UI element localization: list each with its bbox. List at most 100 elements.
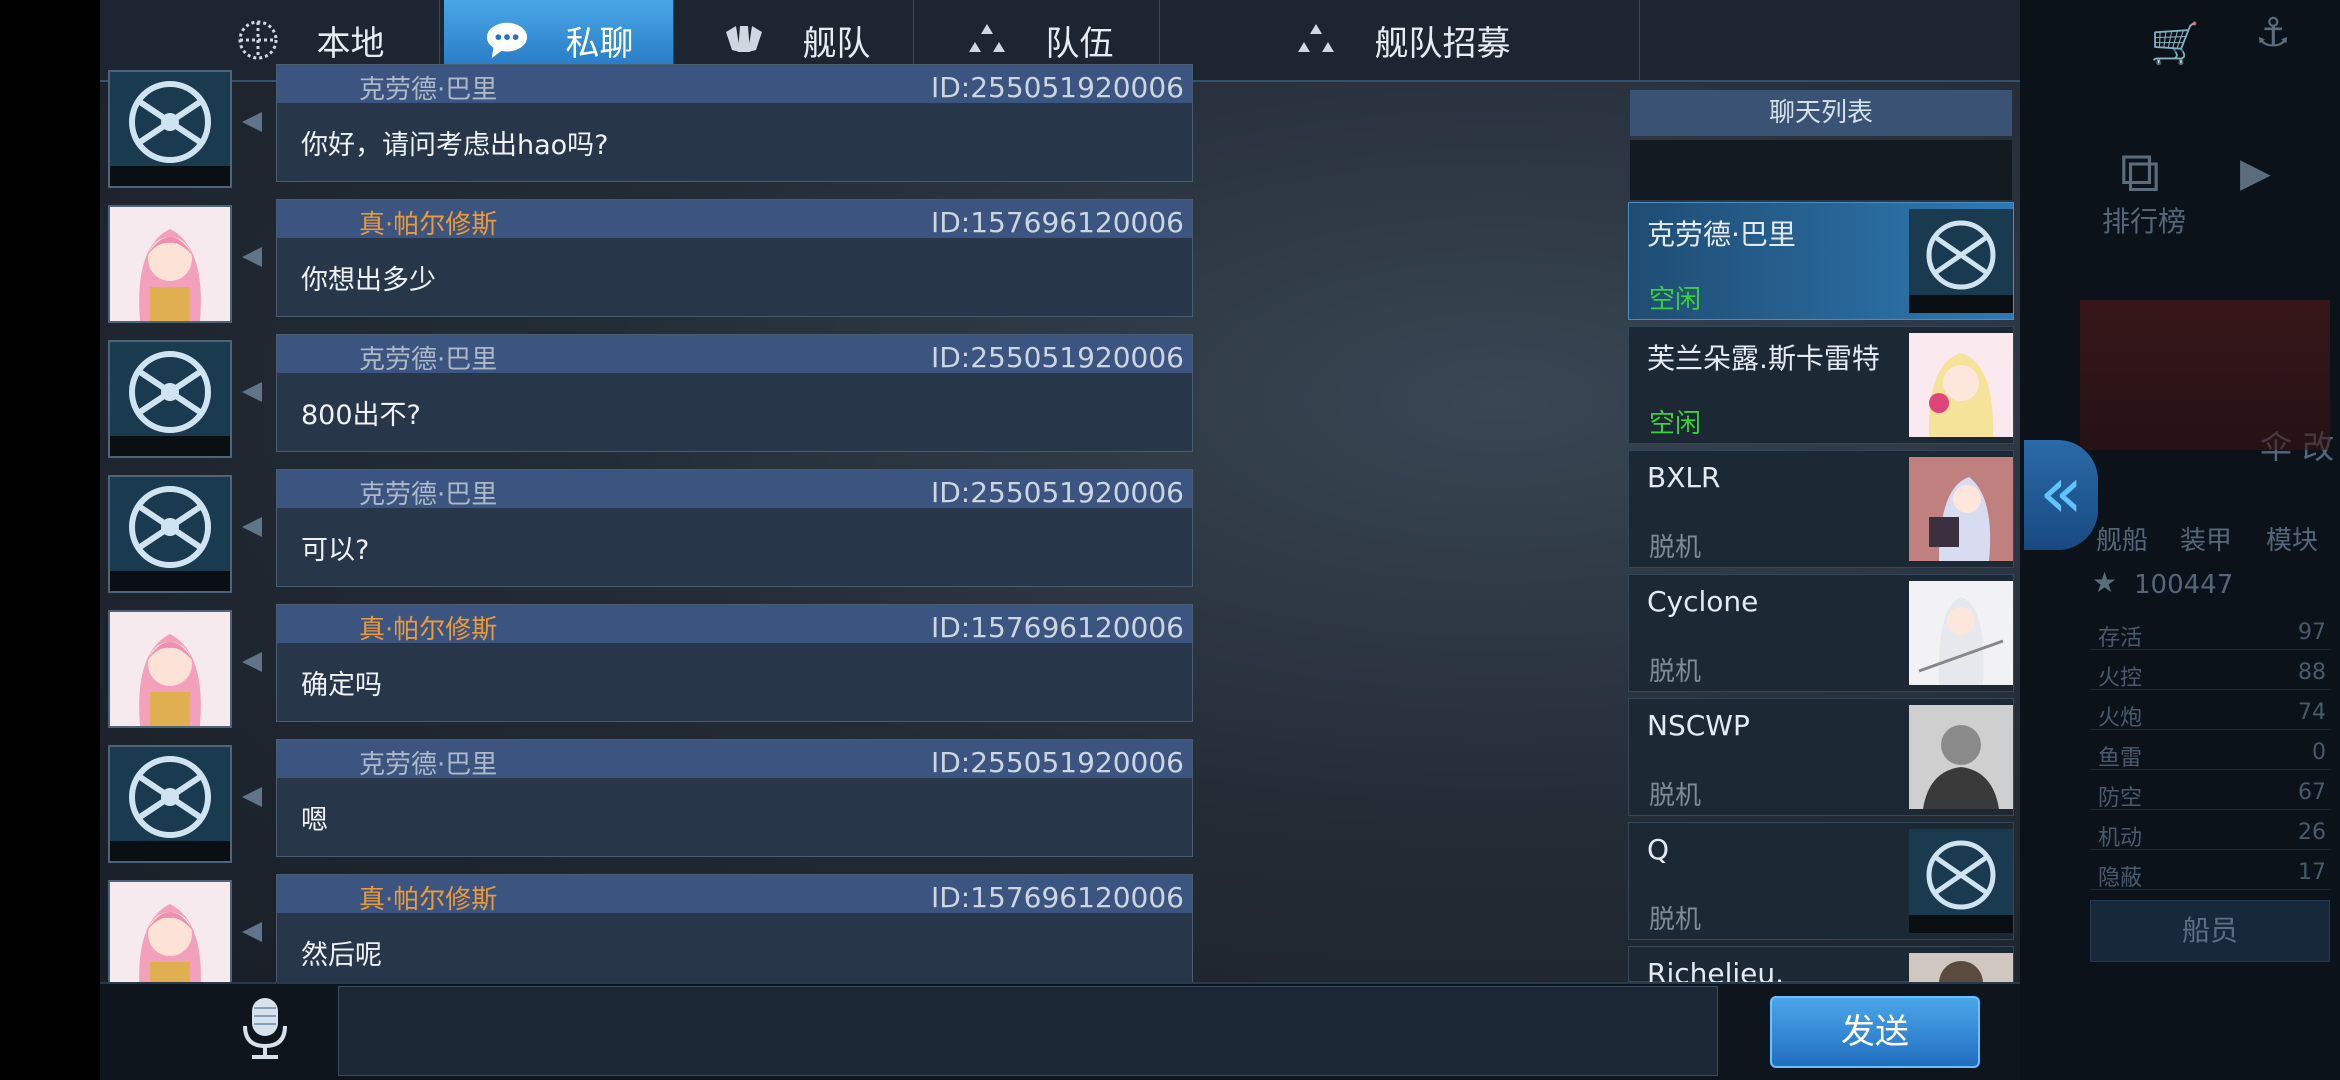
- anchor-icon: ⚓: [2255, 10, 2291, 56]
- bubble-pointer: [242, 922, 262, 942]
- chat-contact-avatar: [1909, 829, 2013, 933]
- sender-avatar[interactable]: [108, 70, 232, 188]
- sender-name: 真·帕尔修斯: [359, 885, 498, 915]
- message-text: 可以?: [301, 535, 370, 566]
- sender-name: 克劳德·巴里: [359, 750, 498, 780]
- sender-id: ID:157696120006: [930, 611, 1184, 644]
- tab-team-label: 队伍: [1045, 23, 1114, 64]
- stat-row: 存活 97: [2090, 616, 2330, 651]
- stat-value: 67: [2298, 780, 2326, 805]
- armor-tab-label: 装甲: [2180, 526, 2233, 556]
- stat-label: 存活: [2098, 626, 2143, 651]
- sender-id: ID:157696120006: [930, 881, 1184, 914]
- left-letterbox: [0, 0, 100, 1080]
- message-input[interactable]: [338, 986, 1718, 1076]
- message-bubble: 真·帕尔修斯 ID:157696120006 你想出多少: [276, 199, 1193, 317]
- chat-list-item[interactable]: 克劳德·巴里 空闲: [1628, 202, 2014, 320]
- message-bubble: 克劳德·巴里 ID:255051920006 可以?: [276, 469, 1193, 587]
- bubble-pointer: [242, 247, 262, 267]
- message-text: 确定吗: [301, 670, 382, 701]
- sender-name: 真·帕尔修斯: [359, 210, 498, 240]
- chat-contact-avatar: [1909, 705, 2013, 809]
- leaderboard-icon: ⧉: [2120, 140, 2160, 205]
- sender-avatar[interactable]: [108, 880, 232, 998]
- message-bubble: 克劳德·巴里 ID:255051920006 800出不?: [276, 334, 1193, 452]
- sender-name: 克劳德·巴里: [359, 75, 498, 105]
- sender-name: 真·帕尔修斯: [359, 615, 498, 645]
- sender-id: ID:255051920006: [930, 341, 1184, 374]
- bubble-pointer: [242, 382, 262, 402]
- tab-fleet-recruit[interactable]: 舰队招募: [1164, 0, 1640, 80]
- chat-contact-name: NSCWP: [1647, 709, 1750, 742]
- score-value: 100447: [2134, 570, 2234, 600]
- chat-list-item[interactable]: Cyclone 脱机: [1628, 574, 2014, 692]
- ship-tab-label: 舰船: [2096, 526, 2149, 556]
- sender-avatar[interactable]: [108, 745, 232, 863]
- chat-contact-name: Cyclone: [1647, 585, 1759, 618]
- stat-label: 火控: [2098, 666, 2143, 691]
- bubble-pointer: [242, 517, 262, 537]
- chat-list-item[interactable]: BXLR 脱机: [1628, 450, 2014, 568]
- message-row: 克劳德·巴里 ID:255051920006 800出不?: [108, 334, 1193, 458]
- crew-button: 船员: [2090, 900, 2330, 962]
- recruit-icon: [1293, 17, 1339, 63]
- sender-id: ID:255051920006: [930, 71, 1184, 104]
- sender-name: 克劳德·巴里: [359, 480, 498, 510]
- globe-icon: [235, 17, 281, 63]
- chat-list-item[interactable]: Richelieu.: [1628, 946, 2014, 1057]
- sender-avatar[interactable]: [108, 340, 232, 458]
- message-row: 克劳德·巴里 ID:255051920006 嗯: [108, 739, 1193, 863]
- sender-id: ID:255051920006: [930, 476, 1184, 509]
- chat-contact-status: 空闲: [1649, 285, 1702, 315]
- chat-contact-name: Q: [1647, 833, 1670, 866]
- chat-contact-avatar: [1909, 457, 2013, 561]
- stat-label: 鱼雷: [2098, 746, 2143, 771]
- chat-list-item[interactable]: NSCWP 脱机: [1628, 698, 2014, 816]
- play-icon: ▶: [2240, 150, 2271, 196]
- message-text: 然后呢: [301, 940, 382, 971]
- sender-avatar[interactable]: [108, 475, 232, 593]
- leaderboard-label: 排行榜: [2102, 205, 2187, 238]
- message-row: 克劳德·巴里 ID:255051920006 可以?: [108, 469, 1193, 593]
- team-icon: [964, 17, 1010, 63]
- chat-contact-status: 脱机: [1649, 781, 1702, 811]
- sender-name: 克劳德·巴里: [359, 345, 498, 375]
- chat-contact-avatar: [1909, 581, 2013, 685]
- stat-label: 机动: [2098, 826, 2143, 851]
- stat-label: 火炮: [2098, 706, 2143, 731]
- sender-id: ID:157696120006: [930, 206, 1184, 239]
- message-bubble: 克劳德·巴里 ID:255051920006 你好，请问考虑出hao吗?: [276, 64, 1193, 182]
- sender-avatar[interactable]: [108, 205, 232, 323]
- chat-list-item[interactable]: 芙兰朵露.斯卡雷特 空闲: [1628, 326, 2014, 444]
- message-row: 克劳德·巴里 ID:255051920006 你好，请问考虑出hao吗?: [108, 64, 1193, 188]
- module-tab-label: 模块: [2266, 526, 2319, 556]
- tab-fleet-label: 舰队: [802, 23, 871, 64]
- star-icon: ★: [2092, 566, 2118, 599]
- stat-row: 防空 67: [2090, 776, 2330, 811]
- chat-contact-status: 脱机: [1649, 533, 1702, 563]
- microphone-icon[interactable]: [240, 996, 290, 1060]
- tab-fleet-recruit-label: 舰队招募: [1374, 23, 1511, 64]
- stat-row: 火控 88: [2090, 656, 2330, 691]
- send-button[interactable]: 发送: [1770, 996, 1980, 1068]
- collapse-chat-button[interactable]: «: [2024, 440, 2098, 550]
- message-row: 真·帕尔修斯 ID:157696120006 然后呢: [108, 874, 1193, 998]
- fleet-icon: [721, 17, 767, 63]
- stat-value: 88: [2298, 660, 2326, 685]
- bubble-pointer: [242, 652, 262, 672]
- message-row: 真·帕尔修斯 ID:157696120006 你想出多少: [108, 199, 1193, 323]
- chat-bubble-icon: [484, 17, 530, 63]
- sender-avatar[interactable]: [108, 610, 232, 728]
- chat-contact-name: BXLR: [1647, 461, 1721, 494]
- message-text: 嗯: [301, 805, 328, 836]
- shop-cart-icon: 🛒: [2150, 21, 2200, 67]
- chat-list-header-area: [1630, 140, 2012, 200]
- stat-value: 0: [2312, 740, 2326, 765]
- tab-private-chat-label: 私聊: [565, 23, 634, 64]
- chat-contact-avatar: [1909, 333, 2013, 437]
- chat-list-title: 聊天列表: [1630, 90, 2012, 136]
- message-text: 你想出多少: [301, 265, 436, 296]
- ship-preview: [2080, 300, 2330, 450]
- message-bubble: 真·帕尔修斯 ID:157696120006 确定吗: [276, 604, 1193, 722]
- chat-list-item[interactable]: Q 脱机: [1628, 822, 2014, 940]
